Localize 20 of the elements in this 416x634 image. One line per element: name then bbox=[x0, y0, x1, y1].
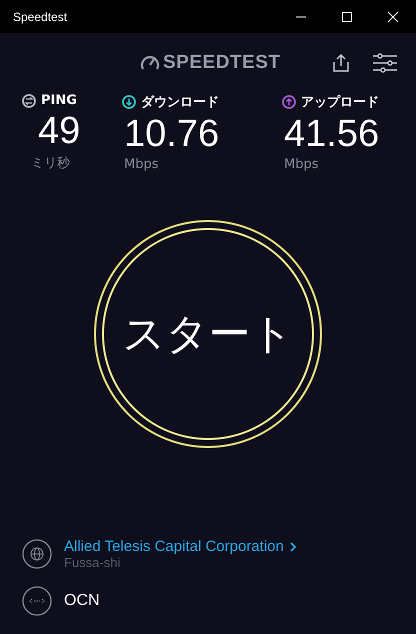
metric-unit: Mbps bbox=[284, 157, 318, 172]
server-location: Fussa-shi bbox=[64, 555, 122, 570]
settings-icon[interactable] bbox=[372, 53, 398, 73]
metric-value: 49 bbox=[38, 109, 80, 154]
metric-label: ダウンロード bbox=[141, 94, 219, 111]
window-title: Speedtest bbox=[13, 10, 68, 24]
share-icon[interactable] bbox=[332, 53, 350, 73]
metric-unit: ミリ秒 bbox=[31, 155, 70, 172]
start-button[interactable]: スタート bbox=[94, 220, 322, 448]
metric-label: PING bbox=[41, 93, 77, 108]
metric-label: アップロード bbox=[301, 94, 379, 111]
isp-name: OCN bbox=[64, 592, 100, 610]
connection-icon bbox=[22, 586, 52, 616]
globe-icon bbox=[22, 539, 52, 569]
metric-unit: Mbps bbox=[124, 157, 158, 172]
server-link[interactable]: Allied Telesis Capital Corporation bbox=[64, 538, 284, 555]
logo-text: SPEEDTEST bbox=[163, 52, 280, 74]
metric-value: 10.76 bbox=[124, 112, 220, 157]
chevron-right-icon[interactable] bbox=[290, 542, 296, 552]
metric-value: 41.56 bbox=[284, 112, 380, 157]
